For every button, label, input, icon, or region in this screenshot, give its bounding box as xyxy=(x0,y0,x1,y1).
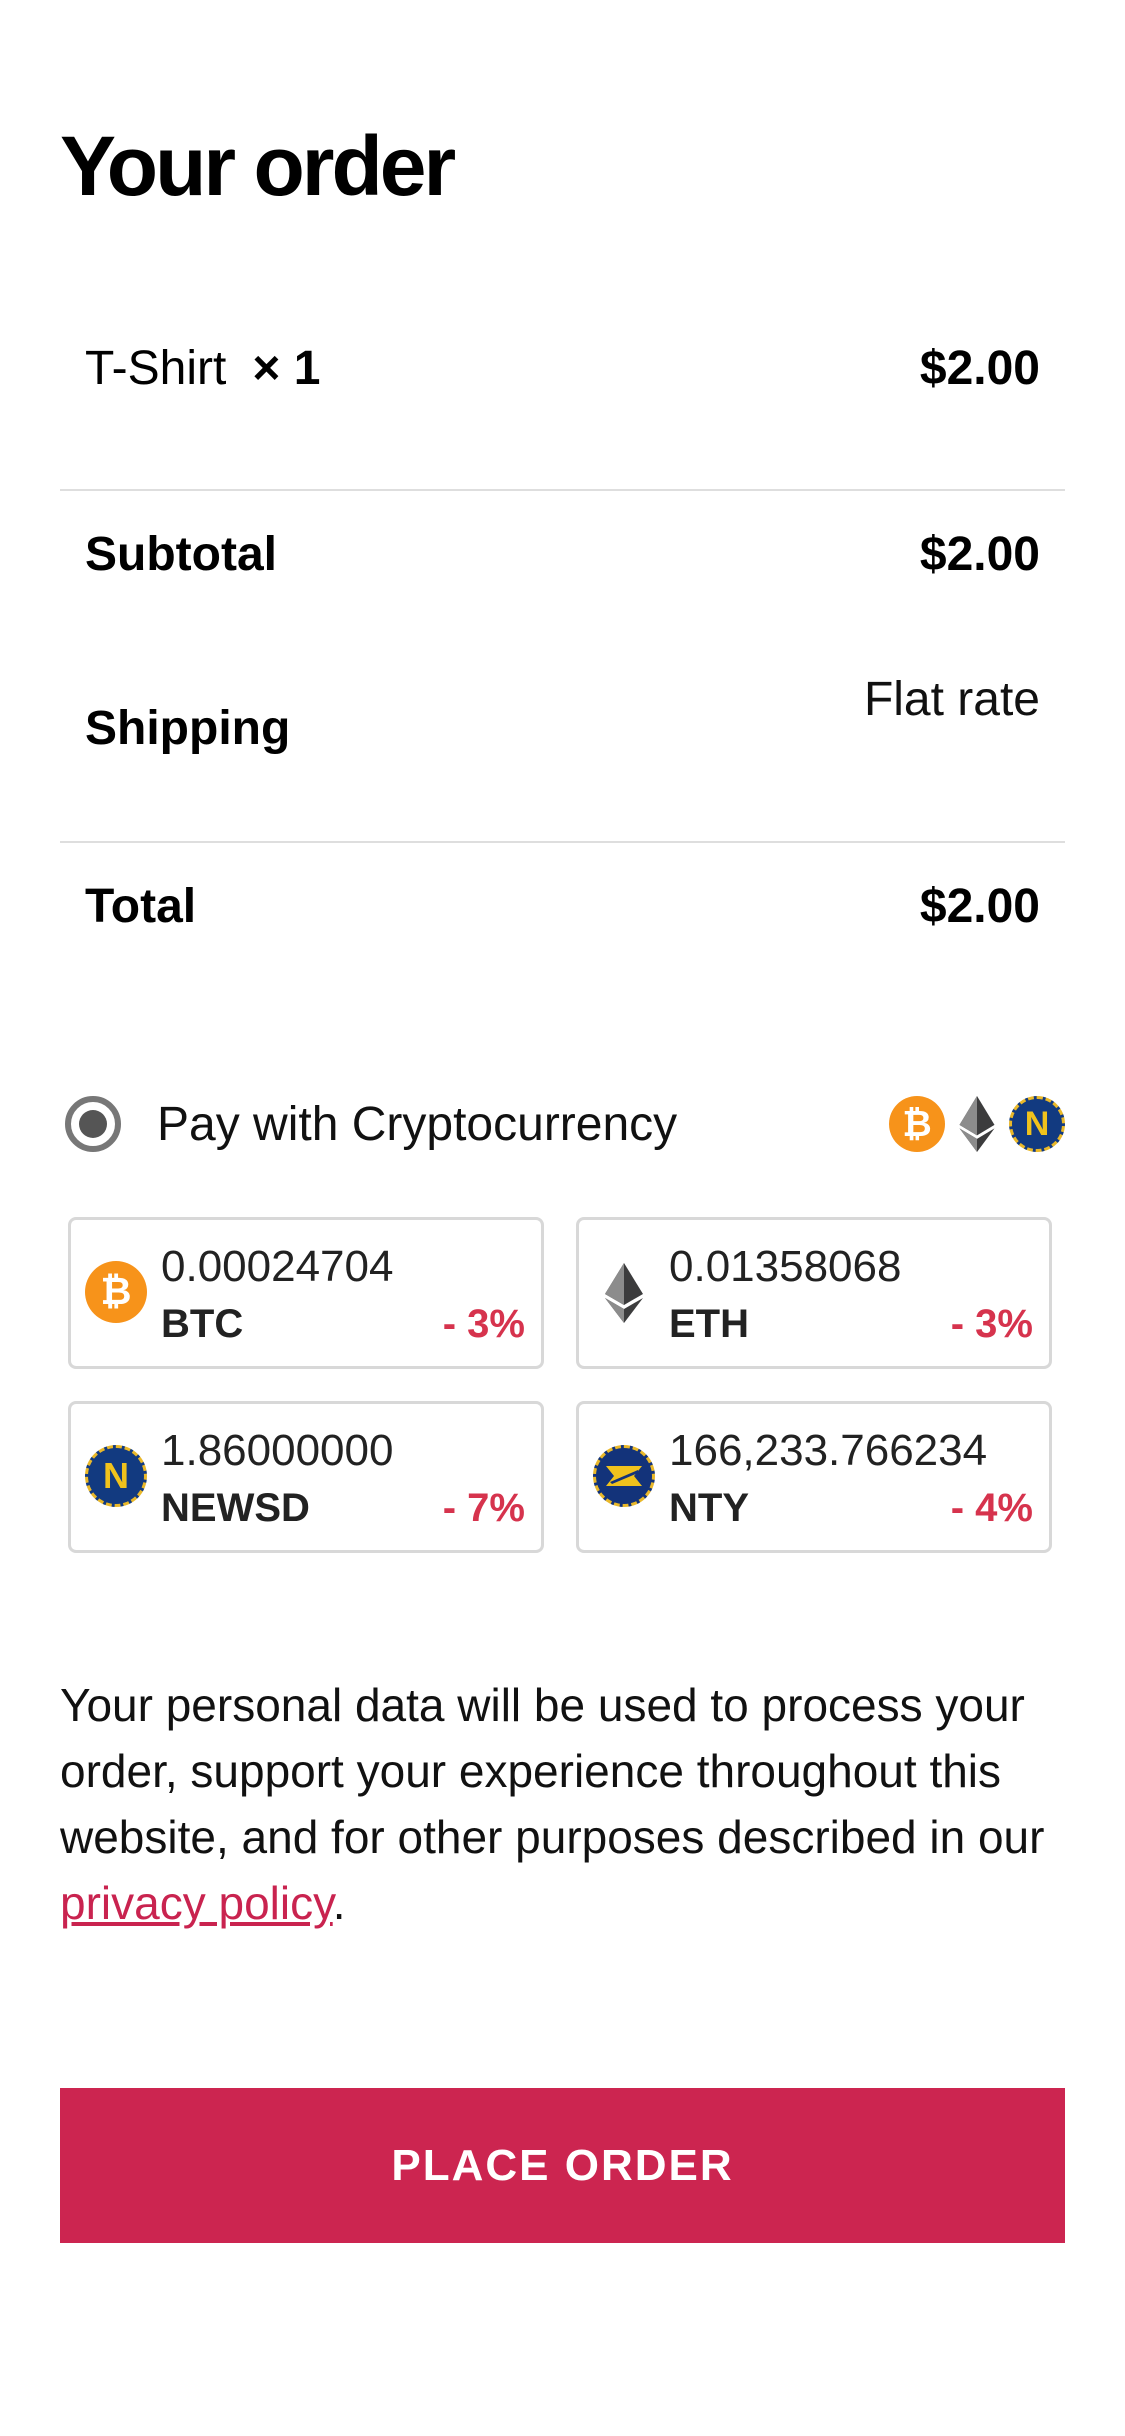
total-row: Total $2.00 xyxy=(60,866,1065,946)
crypto-discount: - 3% xyxy=(950,1302,1033,1346)
place-order-button[interactable]: PLACE ORDER xyxy=(60,2088,1065,2243)
crypto-symbol: ETH xyxy=(669,1302,749,1346)
crypto-discount: - 4% xyxy=(950,1486,1033,1530)
subtotal-label: Subtotal xyxy=(85,527,277,581)
crypto-symbol: NTY xyxy=(669,1486,749,1530)
item-quantity: × 1 xyxy=(252,341,321,395)
bitcoin-icon: ₿ xyxy=(85,1261,147,1323)
radio-selected-dot xyxy=(79,1110,107,1138)
subtotal-row: Subtotal $2.00 xyxy=(60,514,1065,594)
crypto-amount: 166,233.766234 xyxy=(669,1426,988,1475)
shipping-method: Flat rate xyxy=(863,673,1040,726)
crypto-amount: 1.86000000 xyxy=(161,1426,394,1475)
bitcoin-icon: ₿ xyxy=(889,1096,945,1152)
payment-method-label: Pay with Cryptocurrency xyxy=(157,1097,678,1151)
newsd-icon: N xyxy=(1009,1096,1065,1152)
item-name: T-Shirt xyxy=(85,341,227,395)
privacy-text: Your personal data will be used to proce… xyxy=(60,1679,1045,1863)
total-value: $2.00 xyxy=(919,879,1040,933)
item-price: $2.00 xyxy=(919,341,1040,395)
page-title: Your order xyxy=(60,119,456,213)
ethereum-icon xyxy=(959,1096,995,1152)
crypto-option-newsd[interactable]: N 1.86000000 NEWSD - 7% xyxy=(68,1401,544,1553)
crypto-option-btc[interactable]: ₿ 0.00024704 BTC - 3% xyxy=(68,1217,544,1369)
crypto-amount: 0.01358068 xyxy=(669,1242,902,1291)
crypto-amount: 0.00024704 xyxy=(161,1242,394,1291)
shipping-label: Shipping xyxy=(85,701,291,755)
payment-method-crypto[interactable]: Pay with Cryptocurrency ₿ N xyxy=(60,1087,1065,1161)
crypto-discount: - 3% xyxy=(442,1302,525,1346)
subtotal-value: $2.00 xyxy=(919,527,1040,581)
privacy-notice: Your personal data will be used to proce… xyxy=(60,1672,1070,1936)
crypto-option-eth[interactable]: 0.01358068 ETH - 3% xyxy=(576,1217,1052,1369)
payment-radio[interactable] xyxy=(65,1096,121,1152)
order-item-row: T-Shirt × 1 $2.00 xyxy=(60,328,1065,408)
crypto-discount: - 7% xyxy=(442,1486,525,1530)
ethereum-icon xyxy=(605,1263,643,1323)
privacy-policy-link[interactable]: privacy policy xyxy=(60,1877,333,1929)
privacy-end: . xyxy=(332,1877,346,1929)
total-label: Total xyxy=(85,879,197,933)
newsd-icon: N xyxy=(85,1445,147,1507)
payment-icons: ₿ N xyxy=(889,1096,1065,1152)
crypto-symbol: NEWSD xyxy=(161,1486,310,1530)
crypto-option-nty[interactable]: 166,233.766234 NTY - 4% xyxy=(576,1401,1052,1553)
divider xyxy=(60,489,1065,491)
nty-icon xyxy=(593,1445,655,1507)
crypto-options-grid: ₿ 0.00024704 BTC - 3% 0.01358068 ETH - 3… xyxy=(68,1217,1058,1553)
crypto-symbol: BTC xyxy=(161,1302,244,1346)
divider xyxy=(60,841,1065,843)
